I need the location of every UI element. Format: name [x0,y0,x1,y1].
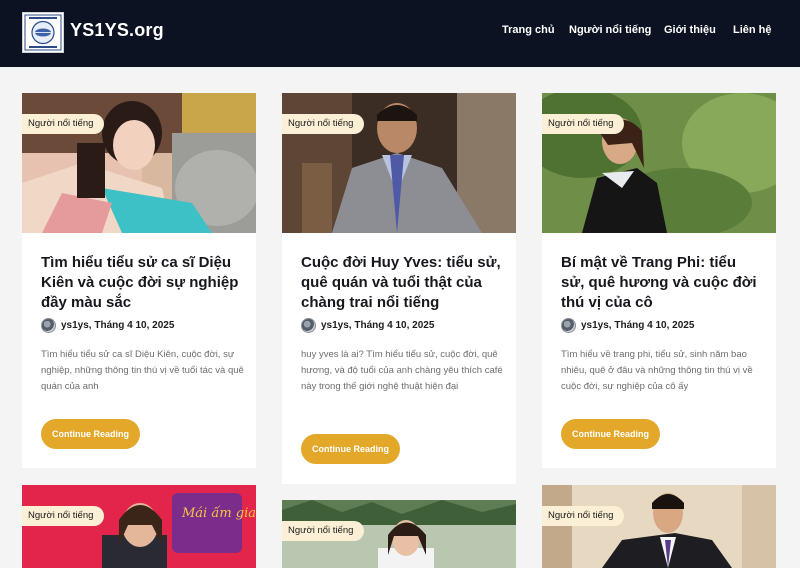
post-card: Người nổi tiếng Cuộc đời Huy Yves: tiểu … [282,93,516,484]
author-avatar[interactable] [301,317,316,333]
nav-celebrities[interactable]: Người nổi tiếng [569,24,651,36]
site-header: YS1YS.org Trang chủ Người nổi tiếng Giới… [0,0,800,67]
nav-about[interactable]: Giới thiệu [664,24,716,36]
category-badge[interactable]: Người nổi tiếng [282,114,365,134]
post-card: Người nổi tiếng [282,500,516,568]
post-card: Người nổi tiếng Tìm hiểu tiểu sử ca sĩ D… [22,93,256,468]
post-meta: ys1ys, Tháng 4 10, 2025 [301,317,434,333]
post-meta: ys1ys, Tháng 4 10, 2025 [41,317,174,333]
post-thumbnail[interactable]: Người nổi tiếng [22,93,256,233]
nav-contact[interactable]: Liên hệ [733,24,772,36]
post-author-date[interactable]: ys1ys, Tháng 4 10, 2025 [321,320,434,331]
logo-emblem-icon [24,14,62,51]
post-meta: ys1ys, Tháng 4 10, 2025 [561,317,694,333]
continue-reading-button[interactable]: Continue Reading [301,434,400,464]
category-badge[interactable]: Người nổi tiếng [542,506,625,526]
post-thumbnail[interactable]: Người nổi tiếng [542,485,776,568]
site-title[interactable]: YS1YS.org [70,20,164,41]
post-card: Mái ấm gia đình Việt Người nổi tiếng [22,485,256,568]
continue-reading-button[interactable]: Continue Reading [41,419,140,449]
category-badge[interactable]: Người nổi tiếng [542,114,625,134]
author-avatar[interactable] [41,317,56,333]
post-thumbnail[interactable]: Người nổi tiếng [282,93,516,233]
post-excerpt: Tìm hiểu tiểu sử ca sĩ Diệu Kiên, cuộc đ… [41,349,244,392]
post-thumbnail[interactable]: Mái ấm gia đình Việt Người nổi tiếng [22,485,256,568]
post-excerpt: Tìm hiểu về trang phi, tiểu sử, sinh năm… [561,349,753,392]
continue-reading-button[interactable]: Continue Reading [561,419,660,449]
category-badge[interactable]: Người nổi tiếng [282,521,365,541]
show-logo-text: Mái ấm gia đình Việt [181,505,256,521]
post-title[interactable]: Cuộc đời Huy Yves: tiểu sử, quê quán và … [301,253,501,313]
nav-home[interactable]: Trang chủ [502,24,555,36]
post-title[interactable]: Bí mật về Trang Phi: tiểu sử, quê hương … [561,253,761,313]
post-author-date[interactable]: ys1ys, Tháng 4 10, 2025 [581,320,694,331]
author-avatar[interactable] [561,317,576,333]
post-thumbnail[interactable]: Người nổi tiếng [282,500,516,568]
site-logo[interactable] [22,12,64,53]
category-badge[interactable]: Người nổi tiếng [22,506,105,526]
post-title[interactable]: Tìm hiểu tiểu sử ca sĩ Diệu Kiên và cuộc… [41,253,241,313]
post-excerpt: huy yves là ai? Tìm hiểu tiểu sử, cuộc đ… [301,349,503,392]
post-card: Người nổi tiếng Bí mật về Trang Phi: tiể… [542,93,776,468]
post-author-date[interactable]: ys1ys, Tháng 4 10, 2025 [61,320,174,331]
post-card: Người nổi tiếng [542,485,776,568]
post-thumbnail[interactable]: Người nổi tiếng [542,93,776,233]
category-badge[interactable]: Người nổi tiếng [22,114,105,134]
